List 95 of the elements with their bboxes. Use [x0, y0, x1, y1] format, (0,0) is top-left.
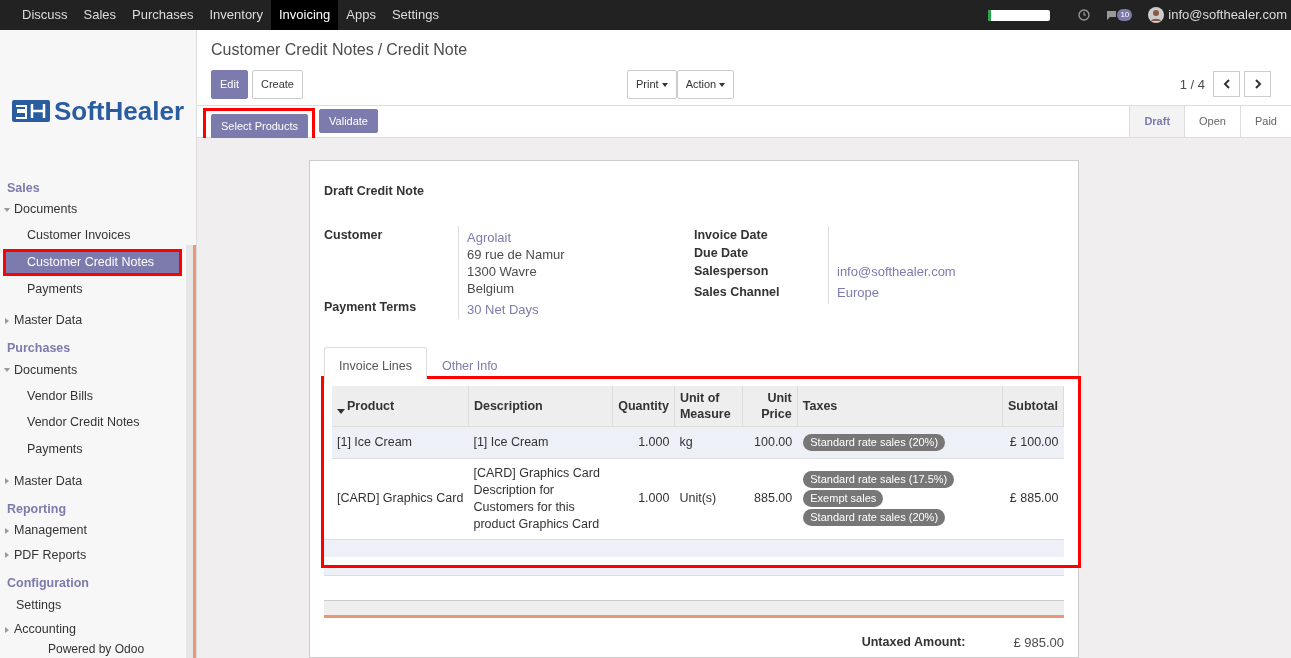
user-name[interactable]: info@softhealer.com: [1168, 5, 1287, 25]
field-label: Due Date: [694, 245, 749, 260]
section-heading: Reporting: [6, 500, 68, 518]
tax-tag: Standard rate sales (20%): [803, 509, 946, 526]
sidebar-item[interactable]: PDF Reports: [14, 546, 87, 565]
table-cell: £ 885.00: [1002, 458, 1064, 539]
breadcrumb-current: Credit Note: [386, 41, 468, 58]
field-link[interactable]: Agrolait: [467, 228, 694, 246]
form-title: Draft Credit Note: [324, 182, 425, 200]
sidebar-item[interactable]: Payments: [0, 436, 182, 463]
chevron-right-icon: [1253, 79, 1262, 90]
tab[interactable]: Invoice Lines: [324, 346, 427, 379]
column-header[interactable]: Product: [332, 385, 469, 426]
section-heading: Configuration: [6, 574, 90, 592]
progress-bar: [988, 9, 1051, 21]
tax-tag: Standard rate sales (17.5%): [803, 471, 955, 488]
pager-text: 1 / 4: [1179, 75, 1205, 94]
sort-icon: [337, 408, 345, 414]
table-cell: 100.00: [742, 426, 798, 458]
menu-item[interactable]: Settings: [383, 0, 447, 30]
sidebar-item[interactable]: Accounting: [14, 620, 76, 639]
menu-item[interactable]: Purchases: [124, 0, 202, 30]
menu-item[interactable]: Discuss: [14, 0, 76, 30]
breadcrumb-link[interactable]: Customer Credit Notes: [211, 41, 374, 58]
section-heading: Sales: [6, 179, 41, 197]
table-cell: [1] Ice Cream: [332, 426, 469, 458]
field-label: Payment Terms: [324, 299, 417, 314]
sidebar-item[interactable]: Payments: [0, 275, 182, 303]
previous-button[interactable]: [1213, 71, 1240, 98]
menu-item[interactable]: Apps: [338, 0, 384, 30]
table-cell: [1] Ice Cream: [468, 426, 613, 458]
sidebar-item[interactable]: Customer Invoices: [0, 222, 182, 249]
tax-tag: Standard rate sales (20%): [803, 433, 946, 451]
table-row[interactable]: [1] Ice Cream [1] Ice Cream 1.000 kg 100.00 Standard rate sales (20%) £ 100.00: [332, 426, 1064, 458]
sidebar-item[interactable]: Vendor Bills: [0, 382, 182, 410]
status-stage[interactable]: Draft: [1129, 105, 1185, 137]
menu-item[interactable]: Invoicing: [270, 0, 339, 30]
status-button[interactable]: Validate: [319, 108, 378, 134]
column-header[interactable]: Description: [468, 385, 613, 426]
table-cell: 1.000: [612, 426, 675, 458]
sidebar-item[interactable]: Management: [14, 521, 87, 540]
field-value: 1300 Wavre: [467, 262, 538, 280]
field-value: 69 rue de Namur: [467, 245, 566, 263]
table-cell: 1.000: [612, 458, 675, 539]
tax-tag: Exempt sales: [803, 490, 884, 507]
edit-button[interactable]: Edit: [211, 70, 248, 99]
chat-count: 10: [1117, 9, 1133, 21]
table-cell: [CARD] Graphics Card: [332, 458, 469, 539]
total-value: £ 985.00: [1013, 633, 1064, 651]
column-header[interactable]: Unit Price: [742, 385, 798, 426]
sidebar-item[interactable]: Master Data: [14, 311, 83, 330]
field-link[interactable]: Europe: [837, 283, 1064, 301]
avatar-icon[interactable]: [1148, 7, 1165, 23]
menu-item[interactable]: Inventory: [201, 0, 271, 30]
create-button[interactable]: Create: [251, 70, 303, 99]
status-stage[interactable]: Paid: [1239, 105, 1291, 137]
section-heading: Purchases: [6, 340, 72, 357]
field-value: Belgium: [467, 279, 515, 297]
column-header[interactable]: Taxes: [797, 385, 1003, 426]
column-header[interactable]: Unit of Measure: [674, 385, 743, 426]
sidebar-item[interactable]: Settings: [16, 595, 62, 615]
clock-icon[interactable]: [1078, 9, 1091, 21]
field-label: Sales Channel: [694, 284, 780, 299]
table-cell: £ 100.00: [1002, 426, 1064, 458]
sidebar-item[interactable]: Master Data: [14, 471, 83, 491]
table-cell: Unit(s): [674, 458, 743, 539]
field-link[interactable]: 30 Net Days: [467, 300, 694, 318]
chat-button[interactable]: 10: [1106, 9, 1133, 21]
table-cell: 885.00: [742, 458, 798, 539]
chevron-left-icon: [1222, 79, 1231, 90]
column-header[interactable]: Quantity: [612, 385, 675, 426]
sidebar-item[interactable]: Documents: [14, 360, 78, 380]
dropdown-button[interactable]: Action: [676, 70, 735, 99]
status-stage[interactable]: Open: [1184, 105, 1240, 137]
logo-text: SoftHealer: [53, 94, 184, 128]
table-cell: kg: [674, 426, 743, 458]
sidebar-item[interactable]: Vendor Credit Notes: [0, 409, 182, 436]
field-link[interactable]: info@softhealer.com: [837, 262, 1064, 280]
total-label: Untaxed Amount:: [861, 633, 966, 651]
logo-icon: [11, 100, 50, 123]
status-button[interactable]: Select Products: [211, 114, 309, 139]
column-header[interactable]: Subtotal: [1002, 385, 1064, 426]
menu-item[interactable]: Sales: [75, 0, 125, 30]
table-cell: [CARD] Graphics Card Description for Customers for this product Graphics Card: [468, 458, 613, 539]
tab[interactable]: Other Info: [426, 346, 513, 379]
footer-text: Powered by Odoo: [47, 641, 146, 658]
field-label: Salesperson: [694, 263, 769, 278]
next-button[interactable]: [1244, 71, 1271, 98]
sidebar-item[interactable]: Customer Credit Notes: [6, 251, 179, 273]
dropdown-button[interactable]: Print: [627, 70, 677, 99]
field-label: Customer: [324, 227, 383, 242]
scrollbar[interactable]: [186, 245, 196, 658]
sidebar-item[interactable]: Documents: [14, 200, 78, 219]
breadcrumb-separator: /: [377, 41, 383, 58]
field-label: Invoice Date: [694, 227, 768, 242]
